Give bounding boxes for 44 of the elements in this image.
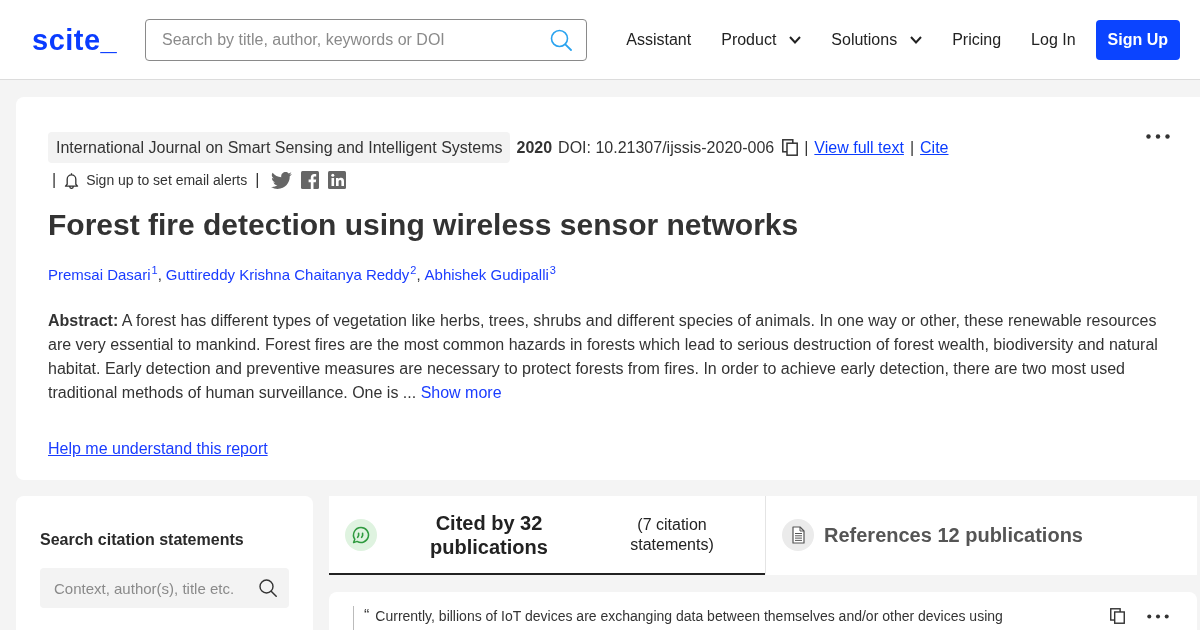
chevron-down-icon xyxy=(789,35,802,44)
help-link[interactable]: Help me understand this report xyxy=(48,437,268,461)
paper-title: Forest fire detection using wireless sensor networks xyxy=(48,207,800,243)
logo[interactable]: scite_ xyxy=(32,22,145,57)
sign-up-button[interactable]: Sign Up xyxy=(1095,19,1180,60)
nav-link[interactable]: Pricing xyxy=(952,29,1002,50)
quote-mark: “ xyxy=(364,606,370,626)
search-icon[interactable] xyxy=(259,579,277,597)
speech-bubble-icon xyxy=(345,518,377,551)
citation-search-field[interactable]: Context, author(s), title etc. xyxy=(40,568,289,608)
author-list: Premsai Dasari$^{1}$, Guttireddy Krishna Chaitanya Reddy$^{2}$, Abhishek Gudipalli$^{3}$ xyxy=(48,258,1178,287)
pipe-separator: | xyxy=(804,137,809,158)
journal-chip[interactable]: International Journal on Smart Sensing and Intelligent Systems xyxy=(48,132,511,163)
bird-icon[interactable] xyxy=(271,171,293,189)
document-icon xyxy=(782,518,814,551)
panel-heading: Search citation statements xyxy=(40,530,245,550)
tab[interactable]: References 12 publications xyxy=(765,496,1197,575)
pipe-separator: | xyxy=(52,170,57,190)
abstract-text: Abstract: A forest has different types of vegetation like herbs, trees, shrubs and different species of animals. In one way or other, these renewable resources are very essential to mankind. Forest fires are the most common hazards in forests which lead to serious destruction of forest wealth, biodiversity and natural habitat. Early detection and preventive measures are necessary to protect forests from fires. In order to achieve early detection, there are two most used traditional methods of human surveillance. One is ... Show more xyxy=(48,311,1159,403)
chevron-down-icon xyxy=(910,35,923,44)
linkedin-icon[interactable] xyxy=(328,171,347,189)
author-link[interactable]: Guttireddy Krishna Chaitanya Reddy$^{2}$ xyxy=(165,266,417,283)
pipe-separator: | xyxy=(255,170,260,190)
nav-link[interactable]: Log In xyxy=(1031,29,1076,50)
text-link[interactable]: View full text xyxy=(814,136,904,159)
doi-text: DOI: 10.21307/ijssis-2020-006 xyxy=(558,137,775,158)
more-icon[interactable] xyxy=(1147,614,1169,619)
nav-menu-link[interactable]: Solutions xyxy=(831,29,923,50)
email-alert-link[interactable]: Sign up to set email alerts xyxy=(64,169,248,191)
year-text: 2020 xyxy=(516,137,553,158)
show-more-link[interactable]: Show more xyxy=(420,384,502,401)
search-field[interactable]: Search by title, author, keywords or DOI xyxy=(145,18,587,61)
statement-text: Currently, billions of IoT devices are exchanging data between themselves and/or other devices using xyxy=(375,607,1003,626)
bell-icon xyxy=(64,171,80,189)
author-link[interactable]: Premsai Dasari$^{1}$ xyxy=(48,266,158,283)
pipe-separator: | xyxy=(909,137,915,158)
more-icon[interactable] xyxy=(1146,134,1170,139)
author-link[interactable]: Abhishek Gudipalli$^{3}$ xyxy=(424,266,556,283)
nav-menu-link[interactable]: Product xyxy=(721,29,802,50)
copy-icon[interactable] xyxy=(1110,608,1125,624)
copy-icon[interactable] xyxy=(782,139,799,156)
text-link[interactable]: Cite xyxy=(920,136,949,159)
nav-link[interactable]: Assistant xyxy=(626,29,692,50)
facebook-icon[interactable] xyxy=(301,171,320,189)
